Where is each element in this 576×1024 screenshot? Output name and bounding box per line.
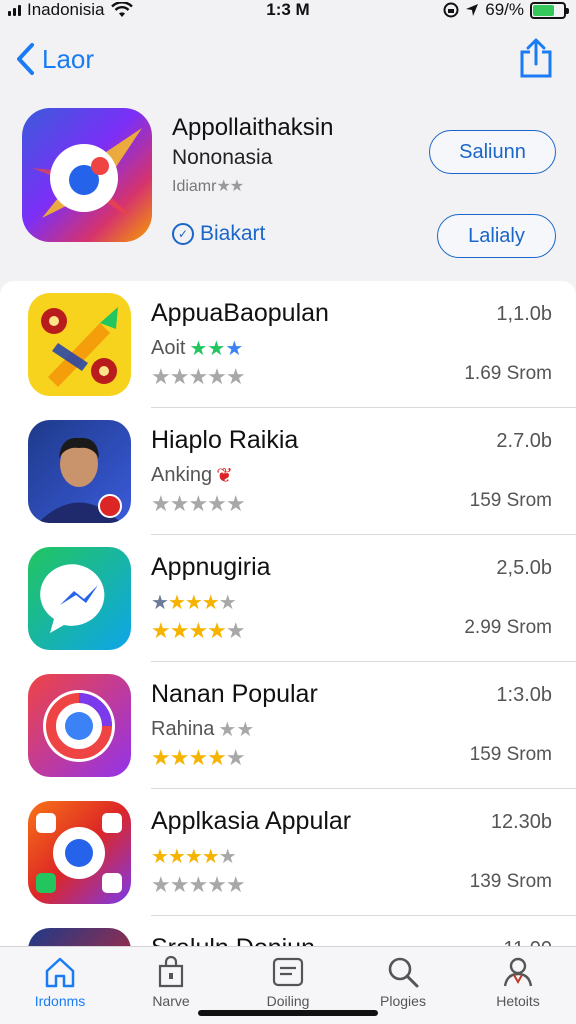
home-indicator[interactable] xyxy=(198,1010,378,1016)
app-downloads: 159 Srom xyxy=(469,744,552,765)
app-name: Hiaplo Raikia xyxy=(151,426,299,454)
rating-stars: ★★★★★ xyxy=(151,872,246,897)
developer-name: Biakart xyxy=(200,222,266,245)
back-label: Laor xyxy=(42,43,95,74)
tab-list[interactable]: Doiling xyxy=(238,955,338,1009)
home-icon xyxy=(45,957,75,988)
fire-icon: ❦ xyxy=(216,465,233,487)
app-size: 2,5.0b xyxy=(496,557,552,579)
status-bar: Inadonisia 1:3 M 69/% xyxy=(0,0,576,24)
app-list: AppuaBaopulan Aoit ★★★ ★★★★★ 1,1.0b 1.69… xyxy=(0,281,576,961)
tab-label: Irdonms xyxy=(34,993,86,1009)
tab-bar: Irdonms Narve Doiling Plogies Hetoits xyxy=(0,946,576,1024)
pencil-tool-app-icon xyxy=(28,293,131,396)
app-name: Appnugiria xyxy=(151,553,271,581)
bag-icon xyxy=(158,955,184,988)
app-size: 2.7.0b xyxy=(496,430,552,452)
battery-icon xyxy=(530,1,569,19)
messenger-app-icon xyxy=(28,547,131,650)
app-size: 1:3.0b xyxy=(496,684,552,706)
list-item[interactable]: AppuaBaopulan Aoit ★★★ ★★★★★ 1,1.0b 1.69… xyxy=(0,281,576,408)
app-subtitle: Anking ❦ xyxy=(151,463,233,488)
app-size: 12.30b xyxy=(490,811,552,833)
rating-stars: ★★★★★ xyxy=(151,364,246,389)
tab-label: Hetoits xyxy=(496,993,540,1009)
rating-stars: ★★★★★ xyxy=(151,491,246,516)
rating-stars-top: ★★★★★ xyxy=(151,592,237,614)
app-rating: Idiamr★★ xyxy=(172,176,244,196)
app-sub-label: Rahina xyxy=(151,718,215,740)
camera-app-icon xyxy=(28,801,131,904)
lock-rotation-icon xyxy=(443,2,459,18)
portrait-app-icon xyxy=(28,420,131,523)
app-downloads: 159 Srom xyxy=(469,490,552,511)
list-item[interactable]: Hiaplo Raikia Anking ❦ ★★★★★ 2.7.0b 159 … xyxy=(0,408,576,535)
rating-stars: ★★★★★ xyxy=(151,618,246,643)
sub-rating-stars: ★★ xyxy=(218,719,255,741)
location-arrow-icon xyxy=(466,4,479,16)
list-item[interactable]: Applkasia Appular ★★★★★ ★★★★★ 12.30b 139… xyxy=(0,789,576,916)
secondary-button[interactable]: Lalialy xyxy=(437,214,556,258)
rating-stars: ★★ xyxy=(216,178,244,195)
sub-rating-stars: ★★★ xyxy=(189,338,244,360)
app-subtitle: Nononasia xyxy=(172,146,273,169)
tab-home[interactable]: Irdonms xyxy=(10,955,110,1009)
browser-app-icon xyxy=(28,674,131,777)
app-subtitle: Rahina ★★ xyxy=(151,717,254,742)
app-downloads: 2.99 Srom xyxy=(464,617,552,638)
app-subtitle: Aoit ★★★ xyxy=(151,336,243,361)
app-sub-label: Aoit xyxy=(151,337,186,359)
tab-store[interactable]: Narve xyxy=(121,955,221,1009)
status-right: 69/% xyxy=(443,0,569,20)
get-button[interactable]: Saliunn xyxy=(429,130,556,174)
chevron-left-icon xyxy=(17,43,34,75)
developer-badge-icon: ✓ xyxy=(172,223,194,245)
list-icon xyxy=(272,957,304,987)
tab-label: Narve xyxy=(152,993,190,1009)
search-icon xyxy=(388,957,419,988)
app-title: Appollaithaksin xyxy=(172,114,334,141)
app-name: Applkasia Appular xyxy=(151,807,352,835)
developer-link[interactable]: ✓ Biakart xyxy=(172,222,265,246)
rating-text: Idiamr xyxy=(172,178,217,195)
tab-profile[interactable]: Hetoits xyxy=(468,955,568,1009)
list-item[interactable]: Appnugiria ★★★★★ ★★★★★ 2,5.0b 2.99 Srom xyxy=(0,535,576,662)
app-size: 1,1.0b xyxy=(496,303,552,325)
rating-stars: ★★★★★ xyxy=(151,745,246,770)
app-downloads: 1.69 Srom xyxy=(464,363,552,384)
app-downloads: 139 Srom xyxy=(469,871,552,892)
app-sub-label: Anking xyxy=(151,464,213,486)
share-icon[interactable] xyxy=(518,38,554,78)
person-icon xyxy=(503,957,533,987)
list-item[interactable]: Nanan Popular Rahina ★★ ★★★★★ 1:3.0b 159… xyxy=(0,662,576,789)
tab-search[interactable]: Plogies xyxy=(353,955,453,1009)
compass-logo-icon xyxy=(32,128,142,218)
battery-percent: 69/% xyxy=(485,0,524,19)
rating-stars-top: ★★★★★ xyxy=(151,846,237,868)
app-name: AppuaBaopulan xyxy=(151,299,329,327)
app-icon xyxy=(22,108,152,242)
tab-label: Plogies xyxy=(380,993,426,1009)
tab-label: Doiling xyxy=(266,993,310,1009)
app-name: Nanan Popular xyxy=(151,680,318,708)
back-button[interactable]: Laor xyxy=(14,42,94,76)
